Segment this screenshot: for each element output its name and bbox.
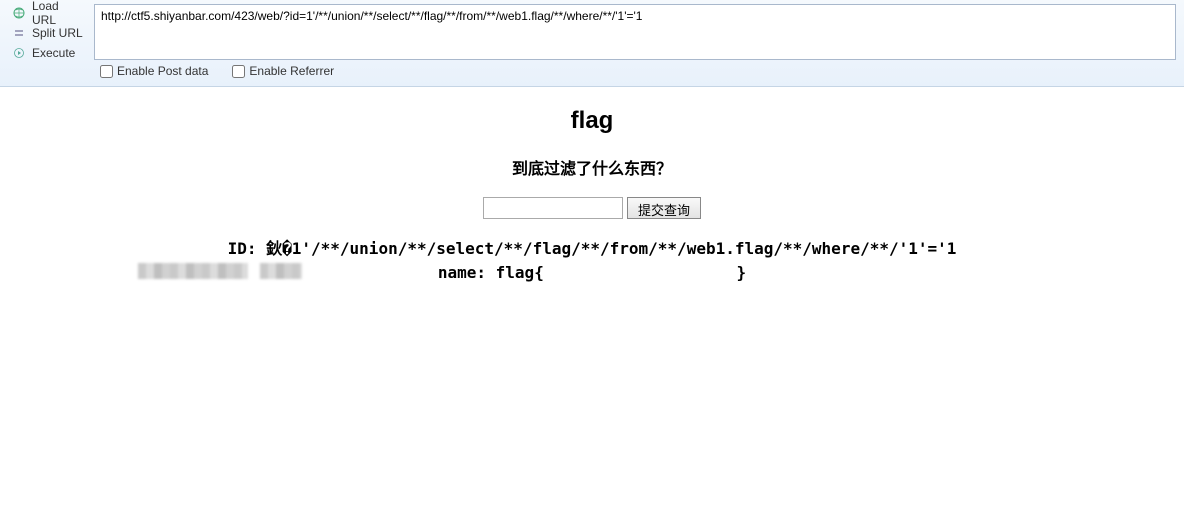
execute-button[interactable]: Execute <box>8 44 90 62</box>
enable-post-checkbox-label[interactable]: Enable Post data <box>100 64 208 78</box>
globe-icon <box>12 6 26 20</box>
url-column: Enable Post data Enable Referrer <box>94 4 1176 82</box>
censor-block-2 <box>260 263 302 279</box>
page-title: flag <box>0 107 1184 135</box>
submit-button[interactable]: 提交查询 <box>627 197 701 219</box>
split-url-button[interactable]: Split URL <box>8 24 90 42</box>
url-input[interactable] <box>94 4 1176 60</box>
enable-referrer-checkbox[interactable] <box>232 65 245 78</box>
result-block: ID: 鈥�1'/**/union/**/select/**/flag/**/f… <box>0 237 1184 285</box>
load-url-label: Load URL <box>32 0 86 27</box>
split-icon <box>12 26 26 40</box>
page-content: flag 到底过滤了什么东西？ 提交查询 ID: 鈥�1'/**/union/*… <box>0 87 1184 285</box>
checkbox-row: Enable Post data Enable Referrer <box>94 60 1176 82</box>
enable-referrer-checkbox-label[interactable]: Enable Referrer <box>232 64 334 78</box>
enable-post-checkbox[interactable] <box>100 65 113 78</box>
page-subtitle: 到底过滤了什么东西？ <box>0 155 1184 179</box>
play-icon <box>12 46 26 60</box>
result-id-line: ID: 鈥�1'/**/union/**/select/**/flag/**/f… <box>0 237 1184 261</box>
censor-block-1 <box>138 263 248 279</box>
execute-label: Execute <box>32 46 75 60</box>
result-name-prefix: name: flag{ <box>438 263 544 282</box>
toolbar-button-col: Load URL Split URL Execute <box>8 4 90 62</box>
enable-post-text: Enable Post data <box>117 64 208 78</box>
enable-referrer-text: Enable Referrer <box>249 64 334 78</box>
query-input[interactable] <box>483 197 623 219</box>
split-url-label: Split URL <box>32 26 83 40</box>
result-name-line: name: flag{xxxxxxxxxxxxxxxxxxxx} <box>0 261 1184 285</box>
result-name-suffix: } <box>736 263 746 282</box>
load-url-button[interactable]: Load URL <box>8 4 90 22</box>
query-form: 提交查询 <box>0 197 1184 219</box>
hackbar-toolbar: Load URL Split URL Execute Enable Post d… <box>0 0 1184 87</box>
